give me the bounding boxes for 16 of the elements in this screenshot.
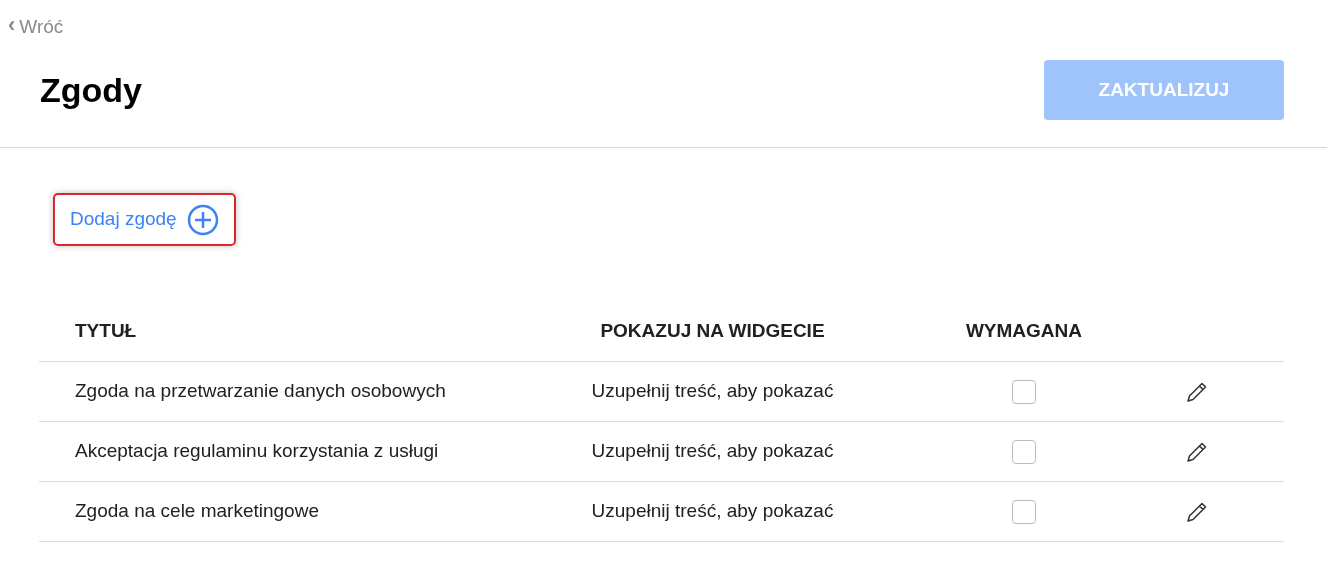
- add-consent-button[interactable]: Dodaj zgodę: [53, 193, 236, 246]
- required-checkbox[interactable]: [1012, 499, 1036, 524]
- plus-circle-icon: [186, 203, 219, 236]
- consent-title: Zgoda na cele marketingowe: [75, 500, 319, 522]
- column-header: TYTUŁ: [74, 319, 138, 344]
- required-checkbox[interactable]: [1012, 379, 1036, 404]
- page-title: Zgody: [40, 70, 142, 111]
- back-link[interactable]: ‹ Wróć: [8, 13, 64, 42]
- widget-status: Uzupełnij treść, aby pokazać: [591, 380, 834, 402]
- column-header: WYMAGANA: [964, 319, 1084, 344]
- consent-title: Akceptacja regulaminu korzystania z usługi: [75, 440, 439, 462]
- widget-status: Uzupełnij treść, aby pokazać: [591, 440, 834, 462]
- widget-status: Uzupełnij treść, aby pokazać: [591, 500, 834, 522]
- consent-title: Zgoda na przetwarzanie danych osobowych: [75, 380, 446, 402]
- required-checkbox[interactable]: [1012, 439, 1036, 464]
- column-header: POKAZUJ NA WIDGECIE: [599, 319, 826, 344]
